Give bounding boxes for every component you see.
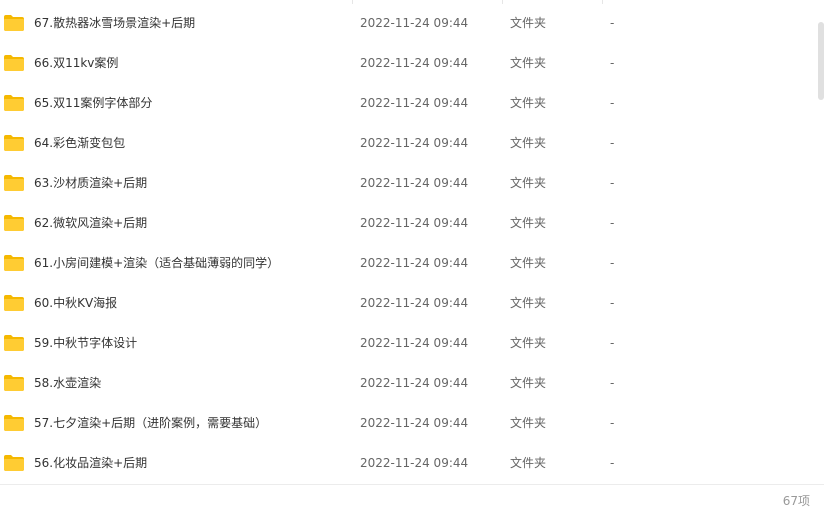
status-bar: 67项 xyxy=(0,484,824,508)
file-size: - xyxy=(610,16,615,30)
file-type: 文件夹 xyxy=(510,416,547,430)
item-count: 67项 xyxy=(782,494,810,508)
modified-date: 2022-11-24 09:44 xyxy=(360,456,469,470)
file-name[interactable]: 65.双11案例字体部分 xyxy=(34,83,152,123)
file-size: - xyxy=(610,216,615,230)
folder-icon xyxy=(4,175,24,191)
file-name[interactable]: 57.七夕渲染+后期（进阶案例，需要基础） xyxy=(34,403,267,443)
file-name[interactable]: 61.小房间建模+渲染（适合基础薄弱的同学） xyxy=(34,243,279,283)
folder-icon xyxy=(4,255,24,271)
modified-date: 2022-11-24 09:44 xyxy=(360,56,469,70)
file-row[interactable]: 59.中秋节字体设计 2022-11-24 09:44 文件夹 - xyxy=(0,323,818,363)
modified-date: 2022-11-24 09:44 xyxy=(360,296,469,310)
file-row[interactable]: 66.双11kv案例 2022-11-24 09:44 文件夹 - xyxy=(0,43,818,83)
file-name[interactable]: 62.微软风渲染+后期 xyxy=(34,203,147,243)
file-name[interactable]: 64.彩色渐变包包 xyxy=(34,123,125,163)
file-row[interactable]: 57.七夕渲染+后期（进阶案例，需要基础） 2022-11-24 09:44 文件夹… xyxy=(0,403,818,443)
file-name[interactable]: 56.化妆品渲染+后期 xyxy=(34,443,147,483)
file-name[interactable]: 58.水壶渲染 xyxy=(34,363,101,403)
file-row[interactable]: 60.中秋KV海报 2022-11-24 09:44 文件夹 - xyxy=(0,283,818,323)
scrollbar[interactable] xyxy=(818,0,824,484)
file-type: 文件夹 xyxy=(510,96,547,110)
file-row[interactable]: 61.小房间建模+渲染（适合基础薄弱的同学） 2022-11-24 09:44 文件… xyxy=(0,243,818,283)
file-type: 文件夹 xyxy=(510,216,547,230)
file-type: 文件夹 xyxy=(510,456,547,470)
modified-date: 2022-11-24 09:44 xyxy=(360,416,469,430)
file-type: 文件夹 xyxy=(510,256,547,270)
file-type: 文件夹 xyxy=(510,296,547,310)
file-row[interactable]: 62.微软风渲染+后期 2022-11-24 09:44 文件夹 - xyxy=(0,203,818,243)
file-type: 文件夹 xyxy=(510,136,547,150)
folder-icon xyxy=(4,375,24,391)
folder-icon xyxy=(4,95,24,111)
modified-date: 2022-11-24 09:44 xyxy=(360,136,469,150)
file-name[interactable]: 59.中秋节字体设计 xyxy=(34,323,137,363)
file-size: - xyxy=(610,56,615,70)
file-size: - xyxy=(610,336,615,350)
folder-icon xyxy=(4,295,24,311)
file-type: 文件夹 xyxy=(510,336,547,350)
folder-icon xyxy=(4,335,24,351)
file-name[interactable]: 67.散热器冰雪场景渲染+后期 xyxy=(34,3,195,43)
file-type: 文件夹 xyxy=(510,16,547,30)
file-row[interactable]: 64.彩色渐变包包 2022-11-24 09:44 文件夹 - xyxy=(0,123,818,163)
modified-date: 2022-11-24 09:44 xyxy=(360,336,469,350)
file-row[interactable]: 58.水壶渲染 2022-11-24 09:44 文件夹 - xyxy=(0,363,818,403)
file-size: - xyxy=(610,376,615,390)
file-row[interactable]: 63.沙材质渲染+后期 2022-11-24 09:44 文件夹 - xyxy=(0,163,818,203)
modified-date: 2022-11-24 09:44 xyxy=(360,216,469,230)
file-name[interactable]: 66.双11kv案例 xyxy=(34,43,118,83)
file-size: - xyxy=(610,456,615,470)
folder-icon xyxy=(4,455,24,471)
file-size: - xyxy=(610,136,615,150)
folder-icon xyxy=(4,55,24,71)
folder-icon xyxy=(4,215,24,231)
folder-icon xyxy=(4,15,24,31)
file-name[interactable]: 60.中秋KV海报 xyxy=(34,283,117,323)
file-size: - xyxy=(610,96,615,110)
file-size: - xyxy=(610,296,615,310)
modified-date: 2022-11-24 09:44 xyxy=(360,16,469,30)
file-row[interactable]: 56.化妆品渲染+后期 2022-11-24 09:44 文件夹 - xyxy=(0,443,818,483)
scrollbar-thumb[interactable] xyxy=(818,22,824,100)
modified-date: 2022-11-24 09:44 xyxy=(360,96,469,110)
folder-icon xyxy=(4,135,24,151)
file-type: 文件夹 xyxy=(510,56,547,70)
modified-date: 2022-11-24 09:44 xyxy=(360,256,469,270)
file-row[interactable]: 65.双11案例字体部分 2022-11-24 09:44 文件夹 - xyxy=(0,83,818,123)
modified-date: 2022-11-24 09:44 xyxy=(360,176,469,190)
file-size: - xyxy=(610,416,615,430)
folder-icon xyxy=(4,415,24,431)
file-type: 文件夹 xyxy=(510,176,547,190)
file-size: - xyxy=(610,256,615,270)
file-list: 67.散热器冰雪场景渲染+后期 2022-11-24 09:44 文件夹 -66.双1… xyxy=(0,0,818,484)
file-name[interactable]: 63.沙材质渲染+后期 xyxy=(34,163,147,203)
file-size: - xyxy=(610,176,615,190)
modified-date: 2022-11-24 09:44 xyxy=(360,376,469,390)
file-row[interactable]: 67.散热器冰雪场景渲染+后期 2022-11-24 09:44 文件夹 - xyxy=(0,3,818,43)
file-type: 文件夹 xyxy=(510,376,547,390)
